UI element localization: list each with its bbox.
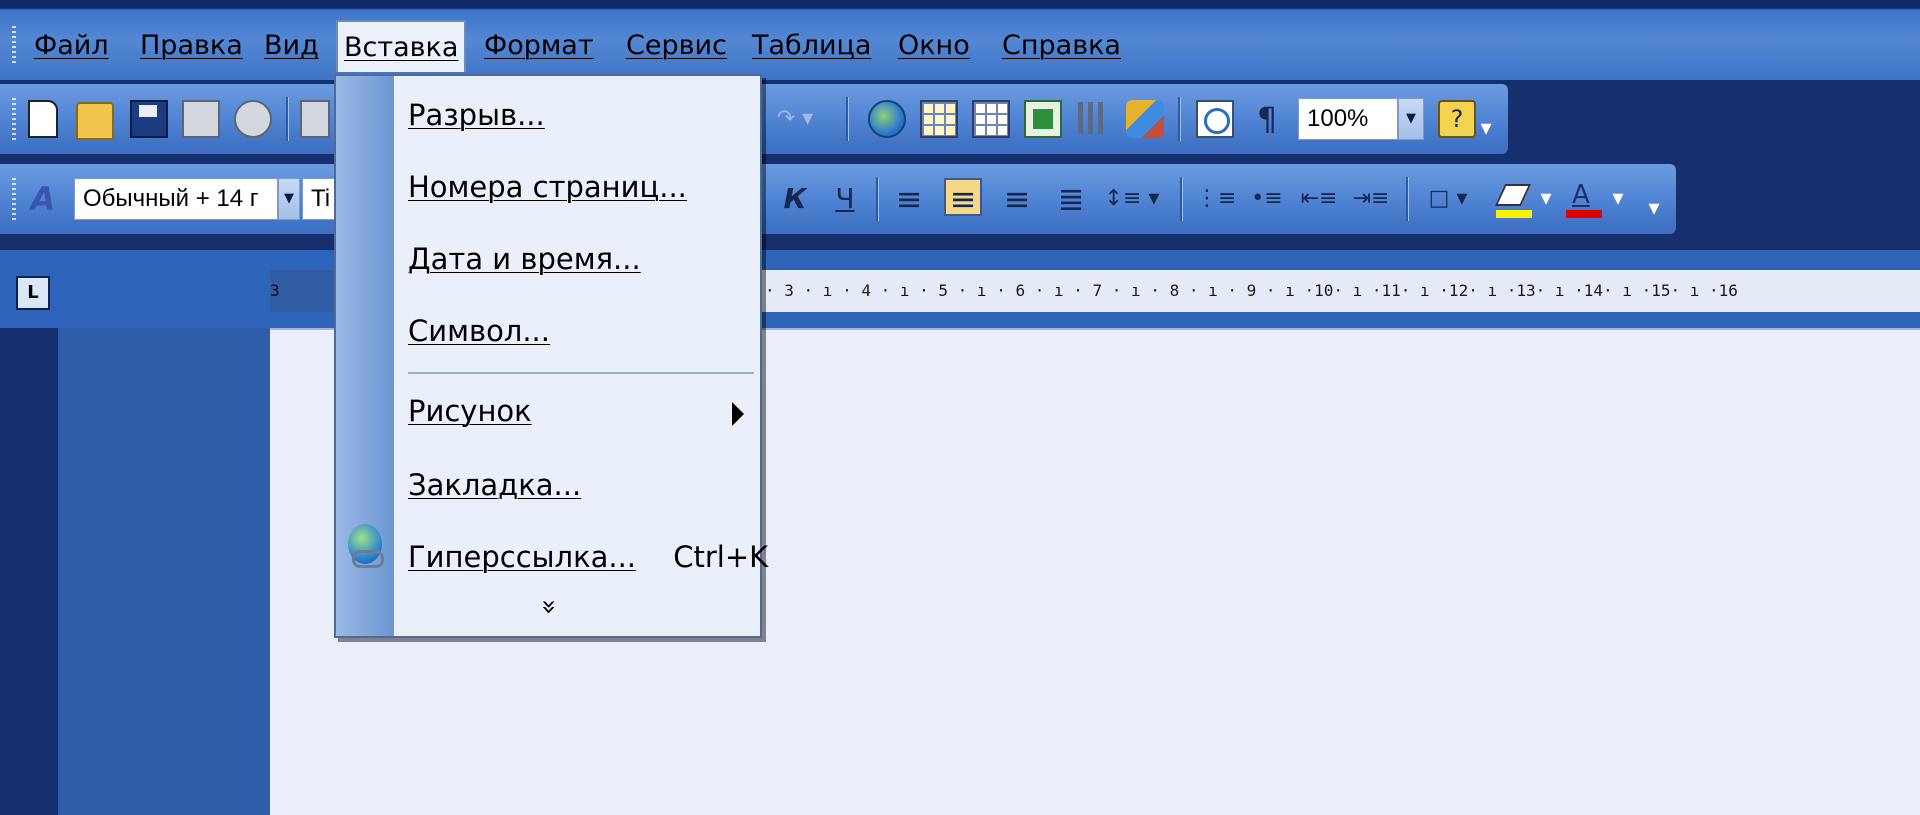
- insert-menu-dropdown: Разрыв... Номера страниц... Дата и время…: [334, 74, 768, 638]
- menu-item-picture-label: Рисунок: [408, 394, 532, 428]
- menu-item-symbol[interactable]: Символ...: [408, 314, 550, 348]
- toolbar-separator: [1406, 177, 1408, 221]
- justify-icon[interactable]: ≣: [1052, 180, 1090, 218]
- font-color-dropdown-icon[interactable]: ▾: [1608, 180, 1628, 218]
- bullets-icon[interactable]: •≡: [1248, 180, 1286, 218]
- align-right-icon[interactable]: ≡: [998, 180, 1036, 218]
- insert-hyperlink-icon[interactable]: [868, 100, 906, 138]
- menu-item-picture[interactable]: Рисунок: [408, 394, 532, 428]
- align-left-icon[interactable]: ≡: [890, 180, 928, 218]
- menu-item-hyperlink-shortcut: Ctrl+K: [673, 540, 769, 574]
- formatting-toolbar: A Обычный + 14 г ▼ Ti К Ч ≡ ≡ ≡ ≣ ↕≡ ▾ ⋮…: [0, 164, 1676, 234]
- font-color-icon[interactable]: A: [1566, 180, 1606, 218]
- toolbar-separator: [1180, 177, 1182, 221]
- menu-item-page-numbers-label: Номера страниц...: [408, 170, 687, 204]
- menu-tools[interactable]: Сервис: [620, 20, 733, 72]
- expand-menu-chevron-icon[interactable]: »: [534, 592, 564, 622]
- toolbar-separator: [286, 97, 288, 141]
- vertical-ruler: [58, 328, 270, 815]
- menu-item-symbol-label: Символ...: [408, 314, 550, 348]
- save-icon[interactable]: [130, 100, 168, 138]
- menu-item-bookmark-label: Закладка...: [408, 468, 582, 502]
- menu-item-bookmark[interactable]: Закладка...: [408, 468, 581, 502]
- insert-excel-icon[interactable]: [1024, 100, 1062, 138]
- menubar-grip[interactable]: [12, 26, 16, 64]
- hyperlink-icon: [348, 524, 384, 568]
- toolbar-separator: [876, 177, 878, 221]
- menu-bar: Файл Правка Вид Вставка Формат Сервис Та…: [0, 0, 1920, 80]
- decrease-indent-icon[interactable]: ⇤≡: [1300, 180, 1338, 218]
- underline-icon[interactable]: Ч: [826, 180, 864, 218]
- toolbar-grip[interactable]: [12, 98, 16, 140]
- ruler-left-number: 3: [270, 281, 280, 300]
- menu-item-date-time[interactable]: Дата и время...: [408, 242, 641, 276]
- document-map-icon[interactable]: [1196, 100, 1234, 138]
- menu-window[interactable]: Окно: [892, 20, 976, 72]
- menu-separator: [408, 372, 754, 374]
- help-icon[interactable]: ?: [1438, 100, 1476, 138]
- permission-icon[interactable]: [182, 100, 220, 138]
- new-document-icon[interactable]: [28, 100, 58, 138]
- line-spacing-icon[interactable]: ↕≡ ▾: [1104, 180, 1160, 218]
- toolbar-grip[interactable]: [12, 178, 16, 220]
- toolbar-options-icon[interactable]: ▾: [1644, 190, 1664, 228]
- columns-icon[interactable]: [1078, 102, 1108, 134]
- menu-item-page-numbers[interactable]: Номера страниц...: [408, 170, 687, 204]
- italic-icon[interactable]: К: [776, 180, 814, 218]
- zoom-field[interactable]: 100%: [1298, 98, 1398, 140]
- print-icon[interactable]: [300, 100, 330, 138]
- style-dropdown-button[interactable]: ▼: [278, 178, 300, 220]
- toolbar-separator: [1178, 97, 1180, 141]
- redo-icon[interactable]: ↷ ▾: [776, 100, 814, 138]
- menu-item-hyperlink[interactable]: Гиперссылка... Ctrl+K: [408, 540, 768, 574]
- toolbar-options-icon[interactable]: ▾: [1476, 110, 1496, 148]
- styles-icon[interactable]: A: [24, 180, 62, 218]
- menu-item-hyperlink-label: Гиперссылка...: [408, 540, 637, 574]
- tables-borders-icon[interactable]: [920, 100, 958, 138]
- menu-item-break-label: Разрыв...: [408, 98, 545, 132]
- show-formatting-icon[interactable]: ¶: [1248, 100, 1286, 138]
- highlight-icon[interactable]: [1494, 182, 1536, 218]
- menu-view[interactable]: Вид: [258, 20, 325, 72]
- numbering-icon[interactable]: ⋮≡: [1196, 180, 1236, 218]
- menu-item-date-time-label: Дата и время...: [408, 242, 641, 276]
- drawing-icon[interactable]: [1126, 100, 1164, 138]
- align-center-icon[interactable]: ≡: [944, 178, 982, 218]
- style-field[interactable]: Обычный + 14 г: [74, 178, 278, 220]
- zoom-dropdown-button[interactable]: ▼: [1398, 98, 1424, 140]
- open-folder-icon[interactable]: [76, 102, 114, 140]
- print-preview-icon[interactable]: [234, 100, 272, 138]
- menu-file[interactable]: Файл: [28, 20, 115, 72]
- menu-help[interactable]: Справка: [996, 20, 1127, 72]
- menu-edit[interactable]: Правка: [134, 20, 249, 72]
- menu-format[interactable]: Формат: [478, 20, 600, 72]
- submenu-arrow-icon: [732, 402, 744, 426]
- borders-icon[interactable]: □ ▾: [1420, 180, 1476, 218]
- toolbar-separator: [846, 97, 848, 141]
- tab-selector[interactable]: L: [16, 276, 50, 310]
- highlight-dropdown-icon[interactable]: ▾: [1536, 180, 1556, 218]
- left-margin-area: [0, 328, 58, 815]
- menu-item-break[interactable]: Разрыв...: [408, 98, 545, 132]
- increase-indent-icon[interactable]: ⇥≡: [1352, 180, 1390, 218]
- menu-insert[interactable]: Вставка: [336, 20, 467, 72]
- insert-table-icon[interactable]: [972, 100, 1010, 138]
- menu-table[interactable]: Таблица: [746, 20, 877, 72]
